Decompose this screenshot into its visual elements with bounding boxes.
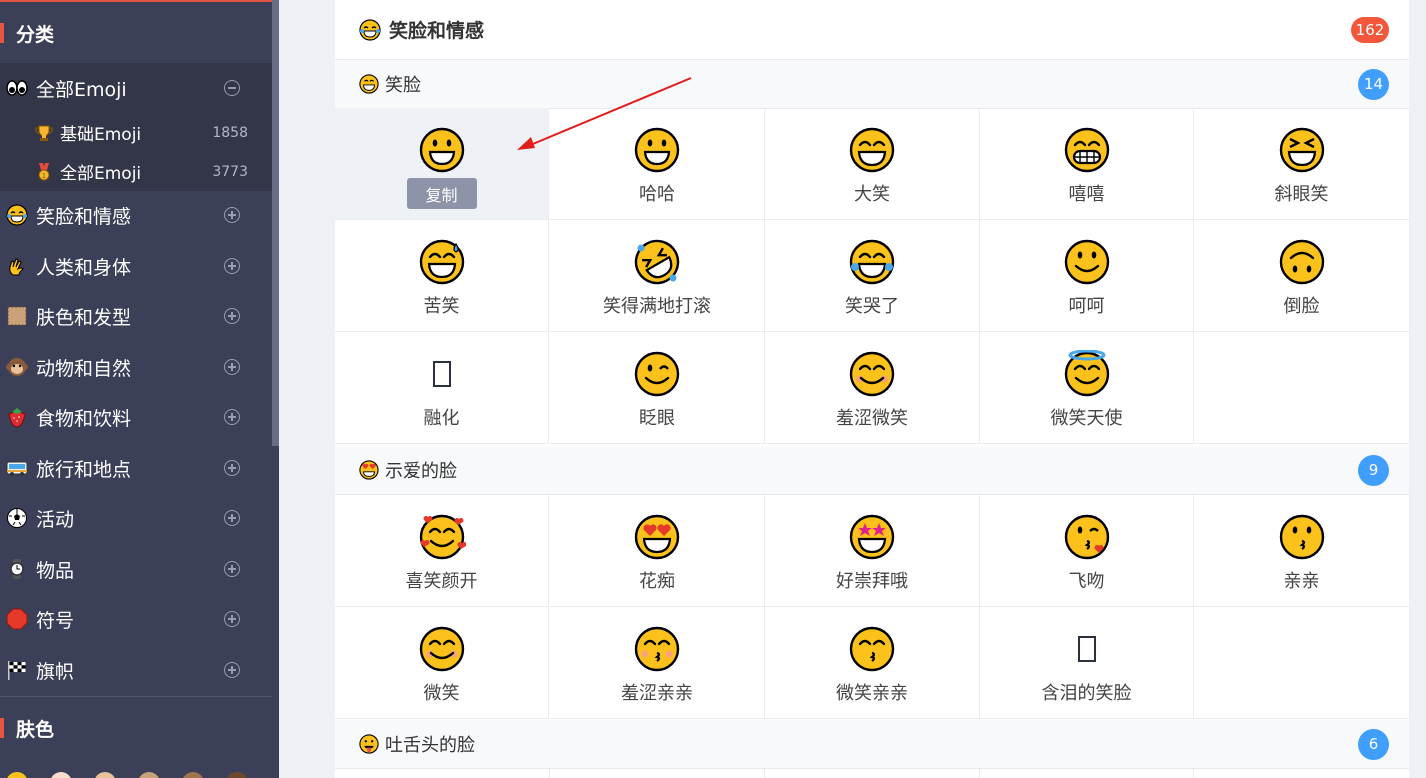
annotation-arrow xyxy=(517,77,692,150)
